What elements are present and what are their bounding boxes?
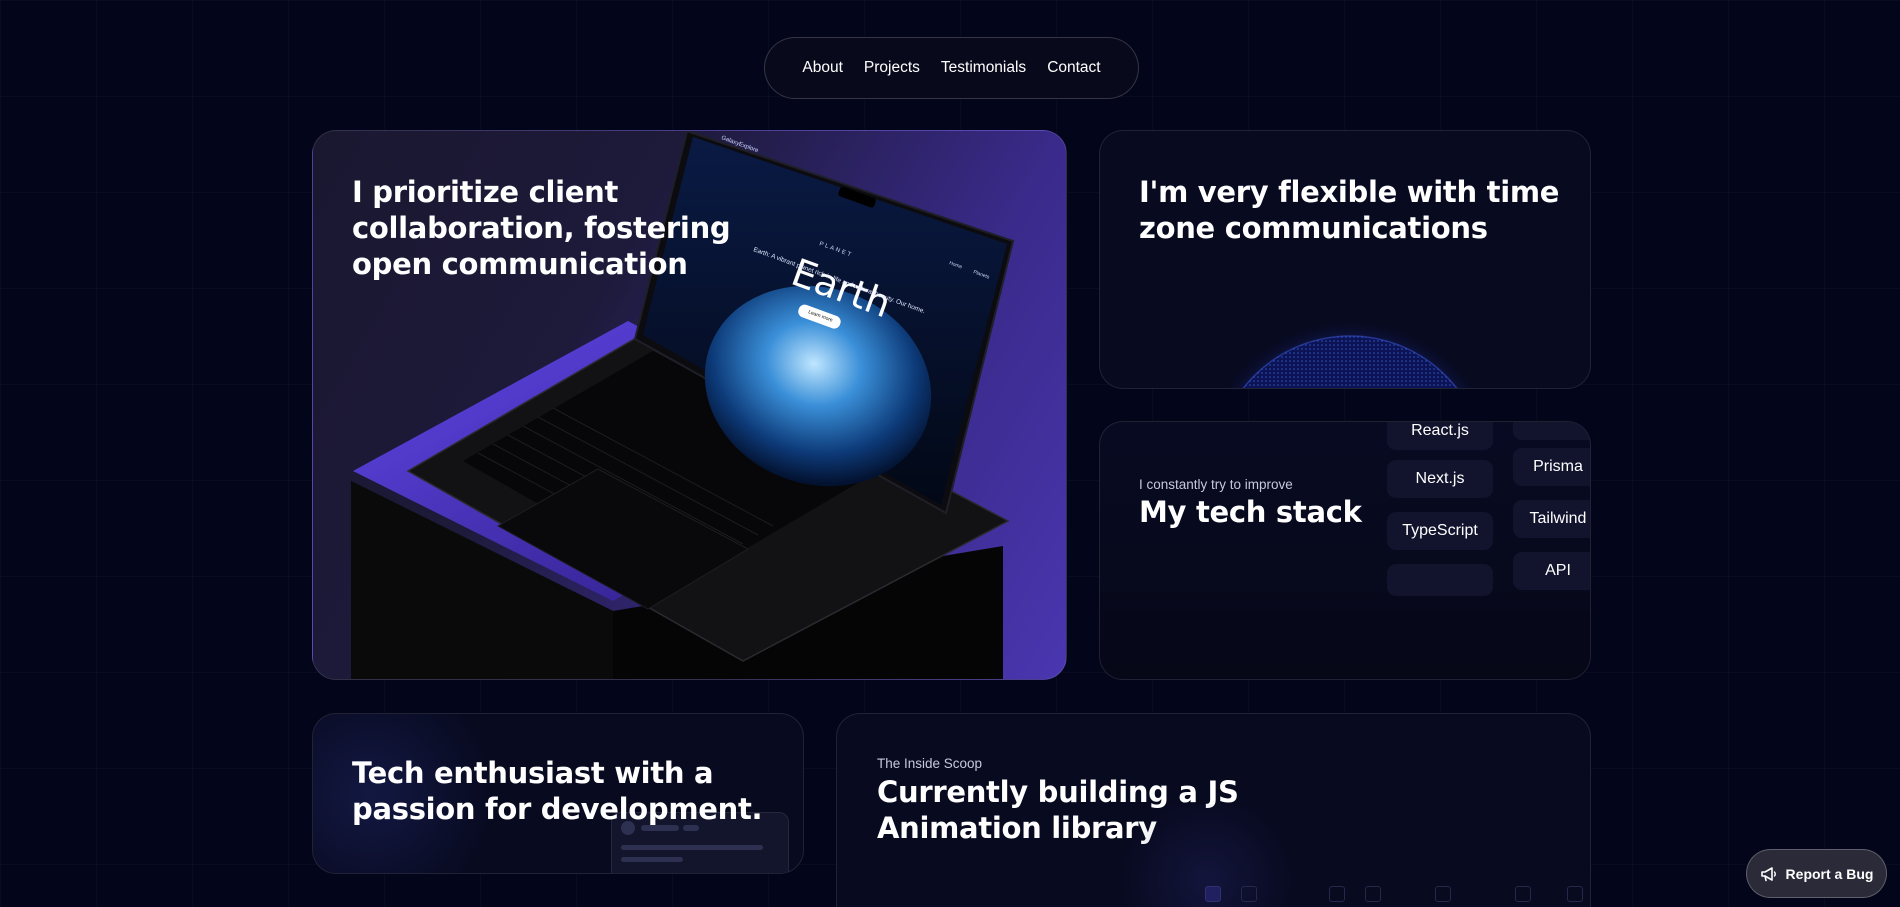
grid-square: [1435, 886, 1451, 902]
stack-pill-empty: [1387, 564, 1493, 596]
tech-stack-card: I constantly try to improve My tech stac…: [1099, 421, 1591, 680]
stack-pill-nextjs: Next.js: [1387, 460, 1493, 498]
top-nav: About Projects Testimonials Contact: [764, 37, 1139, 99]
report-bug-button[interactable]: Report a Bug: [1746, 849, 1887, 898]
nav-projects[interactable]: Projects: [864, 59, 920, 77]
nav-testimonials[interactable]: Testimonials: [941, 59, 1026, 77]
enthusiast-card: Tech enthusiast with a passion for devel…: [312, 713, 804, 874]
scoop-eyebrow: The Inside Scoop: [877, 756, 983, 771]
inside-scoop-card: The Inside Scoop Currently building a JS…: [836, 713, 1591, 907]
timezone-card: I'm very flexible with time zone communi…: [1099, 130, 1591, 389]
collaboration-title-line1: I prioritize client: [352, 175, 619, 209]
grid-square: [1515, 886, 1531, 902]
stack-pill-top-empty: [1513, 422, 1590, 440]
nav-about[interactable]: About: [802, 59, 843, 77]
globe-icon: [1225, 321, 1475, 388]
grid-square: [1205, 886, 1221, 902]
collaboration-card: PLANET Earth Earth: A vibrant planet ric…: [312, 130, 1067, 680]
tech-stack-eyebrow: I constantly try to improve: [1139, 477, 1293, 492]
collaboration-title: I prioritize client collaboration, foste…: [352, 174, 731, 282]
stack-pill-typescript: TypeScript: [1387, 512, 1493, 550]
report-bug-label: Report a Bug: [1785, 865, 1874, 882]
grid-square: [1567, 886, 1583, 902]
grid-square: [1329, 886, 1345, 902]
collaboration-title-line2: collaboration, fostering: [352, 211, 731, 245]
grid-square: [1241, 886, 1257, 902]
enthusiast-title-line1: Tech enthusiast with a: [352, 756, 714, 790]
megaphone-icon: [1760, 866, 1776, 881]
stack-pill-prisma: Prisma: [1513, 448, 1590, 486]
stack-pill-react: React.js: [1387, 422, 1493, 450]
stack-pill-tailwind: Tailwind: [1513, 500, 1590, 538]
collaboration-title-line3: open communication: [352, 247, 688, 281]
grid-square: [1365, 886, 1381, 902]
enthusiast-title: Tech enthusiast with a passion for devel…: [352, 755, 763, 827]
tech-stack-title: My tech stack: [1139, 495, 1362, 529]
placeholder-line: [621, 845, 763, 850]
enthusiast-title-line2: passion for development.: [352, 792, 763, 826]
nav-contact[interactable]: Contact: [1047, 59, 1100, 77]
placeholder-line: [621, 857, 683, 862]
stack-pill-api: API: [1513, 552, 1590, 590]
